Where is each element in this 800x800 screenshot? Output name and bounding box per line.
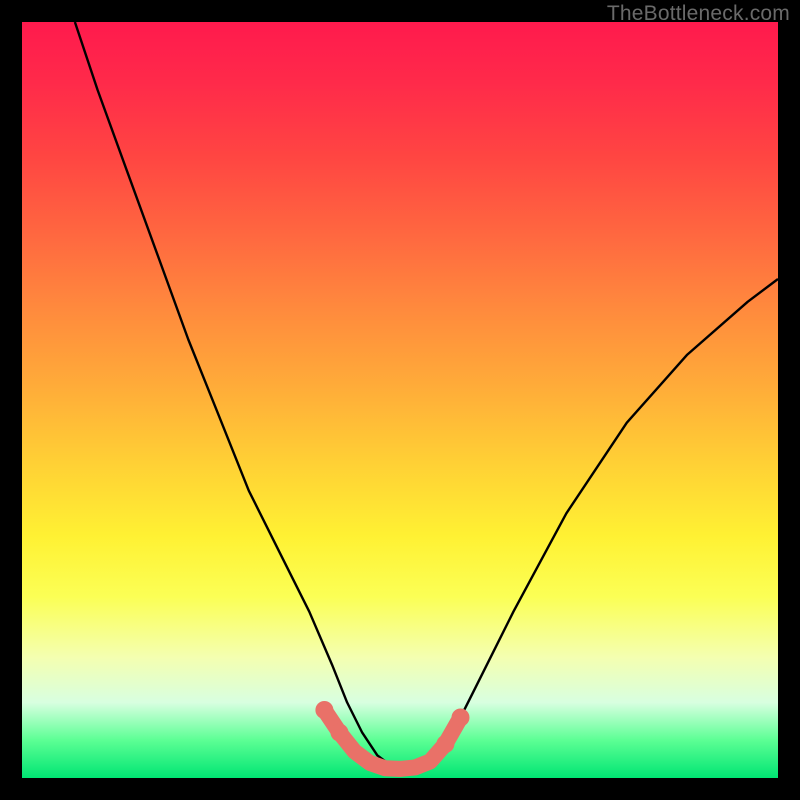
optimal-range-dot	[331, 724, 349, 742]
watermark-text: TheBottleneck.com	[607, 2, 790, 26]
optimal-range-dot	[436, 735, 454, 753]
optimal-range-dot	[452, 709, 470, 727]
curve-layer	[22, 22, 778, 778]
optimal-range-dot	[315, 701, 333, 719]
chart-frame: TheBottleneck.com	[0, 0, 800, 800]
bottleneck-curve	[75, 22, 778, 769]
plot-area	[22, 22, 778, 778]
